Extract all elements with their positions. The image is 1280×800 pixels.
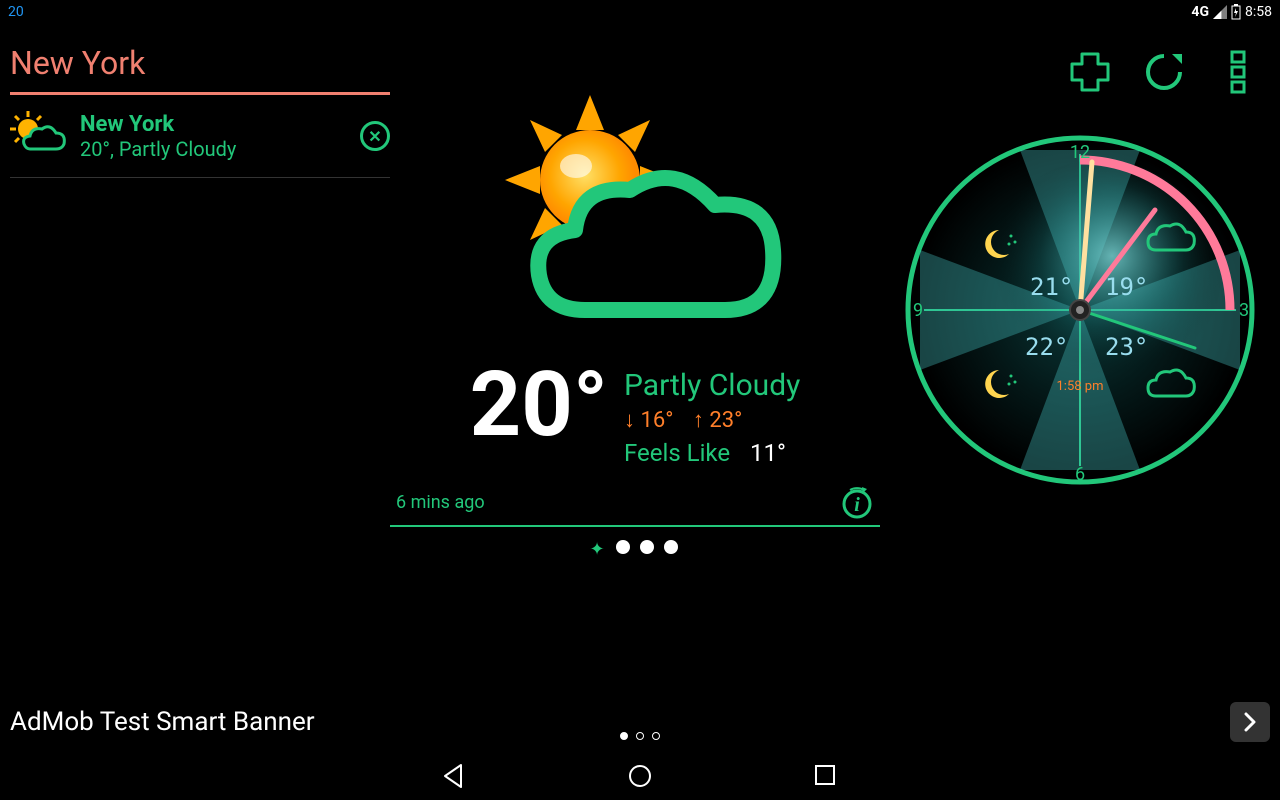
network-type: 4G xyxy=(1191,4,1209,20)
add-city-button[interactable] xyxy=(1068,50,1112,94)
refresh-icon xyxy=(1142,50,1186,94)
city-item-summary: 20°, Partly Cloudy xyxy=(80,137,360,161)
high-low-row: ↓ 16° ↑ 23° xyxy=(624,407,800,433)
partly-cloudy-icon xyxy=(10,111,70,161)
nav-back-button[interactable] xyxy=(441,763,467,789)
clock-hour-3: 3 xyxy=(1239,300,1249,321)
feels-like-label: Feels Like xyxy=(624,439,730,467)
clock-hour-12: 12 xyxy=(1070,142,1090,163)
high-temp: ↑ 23° xyxy=(693,408,742,433)
forecast-bottom-left: 22° xyxy=(1025,333,1068,361)
status-time: 8:58 xyxy=(1245,4,1272,20)
clock-small-time: 1:58 pm xyxy=(1057,379,1104,394)
clock-hour-6: 6 xyxy=(1075,464,1085,485)
feels-like-row: Feels Like 11° xyxy=(624,439,800,467)
forecast-bottom-right: 23° xyxy=(1105,333,1148,361)
city-item-name: New York xyxy=(80,112,360,137)
ad-dot xyxy=(652,732,660,740)
page-dot xyxy=(640,540,654,554)
menu-button[interactable] xyxy=(1216,50,1260,94)
remove-city-button[interactable]: ✕ xyxy=(360,121,390,151)
status-bar: 20 4G 8:58 xyxy=(0,0,1280,24)
location-marker-icon: ✦ xyxy=(590,539,605,560)
back-triangle-icon xyxy=(441,763,467,789)
ad-dot xyxy=(636,732,644,740)
info-button[interactable]: i xyxy=(840,485,874,519)
battery-icon xyxy=(1231,4,1241,20)
home-circle-icon xyxy=(627,763,653,789)
main-weather-panel: 20° Partly Cloudy ↓ 16° ↑ 23° Feels Like… xyxy=(390,90,880,560)
recent-square-icon xyxy=(813,763,837,787)
forecast-top-right: 19° xyxy=(1105,273,1148,301)
low-temp: ↓ 16° xyxy=(624,408,673,433)
page-indicator[interactable]: ✦ xyxy=(390,539,880,560)
svg-text:i: i xyxy=(854,494,860,516)
active-city-title: New York xyxy=(10,40,390,95)
forecast-clock[interactable]: 12 3 6 9 21° 19° 22° 23° 1:58 pm xyxy=(900,130,1260,490)
ad-next-button[interactable] xyxy=(1230,702,1270,742)
current-temperature: 20° xyxy=(470,360,608,450)
current-condition-text: Partly Cloudy xyxy=(624,368,800,403)
nav-recent-button[interactable] xyxy=(813,763,839,789)
feels-like-value: 11° xyxy=(750,439,786,467)
nav-home-button[interactable] xyxy=(627,763,653,789)
info-icon: i xyxy=(840,485,874,519)
forecast-top-left: 21° xyxy=(1030,273,1073,301)
system-nav-bar xyxy=(0,752,1280,800)
sidebar: New York New York 20°, Partly Cloudy xyxy=(10,40,390,178)
menu-squares-icon xyxy=(1228,50,1248,94)
city-list-item[interactable]: New York 20°, Partly Cloudy ✕ xyxy=(10,95,390,178)
current-condition-icon xyxy=(475,90,795,350)
ad-banner[interactable]: AdMob Test Smart Banner xyxy=(10,694,1270,750)
clock-hour-9: 9 xyxy=(913,300,923,321)
ad-dot xyxy=(620,732,628,740)
ad-banner-text: AdMob Test Smart Banner xyxy=(10,707,315,737)
ad-page-dots xyxy=(620,732,660,740)
page-dot xyxy=(664,540,678,554)
toolbar xyxy=(1068,50,1260,94)
signal-icon xyxy=(1213,5,1227,19)
status-notification-count: 20 xyxy=(8,4,24,20)
page-dot xyxy=(616,540,630,554)
chevron-right-icon xyxy=(1240,712,1260,732)
last-updated-text: 6 mins ago xyxy=(396,492,485,513)
status-right: 4G 8:58 xyxy=(1191,4,1272,20)
refresh-button[interactable] xyxy=(1142,50,1186,94)
plus-icon xyxy=(1068,50,1112,94)
